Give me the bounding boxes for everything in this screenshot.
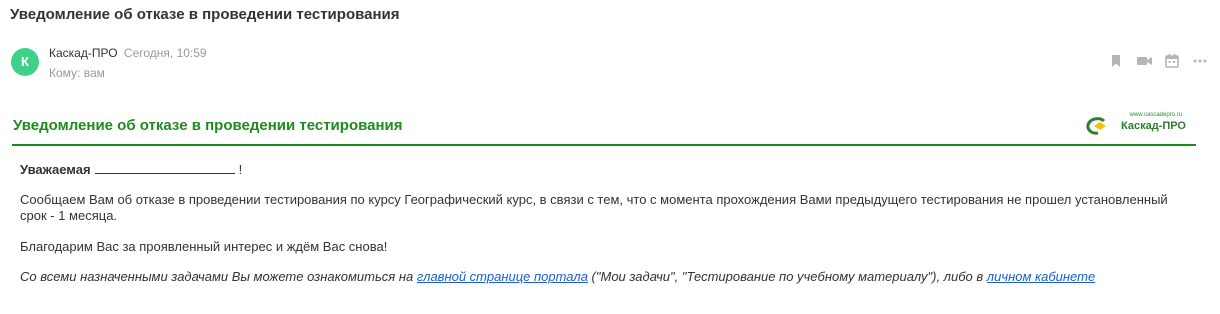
- bookmark-icon[interactable]: [1109, 54, 1123, 68]
- greeting-end: !: [238, 162, 243, 177]
- logo-mark-icon: [1086, 117, 1108, 140]
- avatar[interactable]: К: [11, 48, 39, 76]
- sender-line: Каскад-ПРО Сегодня, 10:59: [49, 46, 207, 60]
- email-banner: Уведомление об отказе в проведении тести…: [12, 108, 1196, 146]
- paragraph-refusal: Сообщаем Вам об отказе в проведении тест…: [20, 192, 1168, 223]
- logo-text: Каскад-ПРО: [1120, 120, 1186, 132]
- email-subject: Уведомление об отказе в проведении тести…: [10, 6, 400, 23]
- tasks-text-start: Со всеми назначенными задачами Вы можете…: [20, 269, 417, 284]
- calendar-icon[interactable]: [1165, 54, 1179, 68]
- logo-url: www.cascadepro.ru: [1129, 112, 1182, 118]
- video-icon[interactable]: [1137, 54, 1152, 68]
- sender-name[interactable]: Каскад-ПРО: [49, 46, 118, 60]
- greeting-text: Уважаемая: [20, 162, 91, 177]
- name-blank: [94, 163, 235, 174]
- tasks-text-middle: ("Мои задачи", "Тестирование по учебному…: [587, 269, 987, 284]
- recipient-line[interactable]: Кому: вам: [49, 66, 105, 80]
- portal-main-page-link[interactable]: главной странице портала: [417, 269, 588, 284]
- email-content: Уведомление об отказе в проведении тести…: [12, 108, 1196, 284]
- banner-title: Уведомление об отказе в проведении тести…: [13, 117, 403, 134]
- paragraph-thanks: Благодарим Вас за проявленный интерес и …: [20, 239, 388, 254]
- company-logo: www.cascadepro.ru Каскад-ПРО: [1086, 112, 1186, 138]
- email-actions: [1109, 54, 1207, 68]
- more-icon[interactable]: [1193, 54, 1207, 68]
- personal-cabinet-link[interactable]: личном кабинете: [987, 269, 1095, 284]
- email-date: Сегодня, 10:59: [123, 46, 207, 60]
- paragraph-tasks: Со всеми назначенными задачами Вы можете…: [20, 269, 1095, 284]
- greeting: Уважаемая!: [20, 162, 242, 177]
